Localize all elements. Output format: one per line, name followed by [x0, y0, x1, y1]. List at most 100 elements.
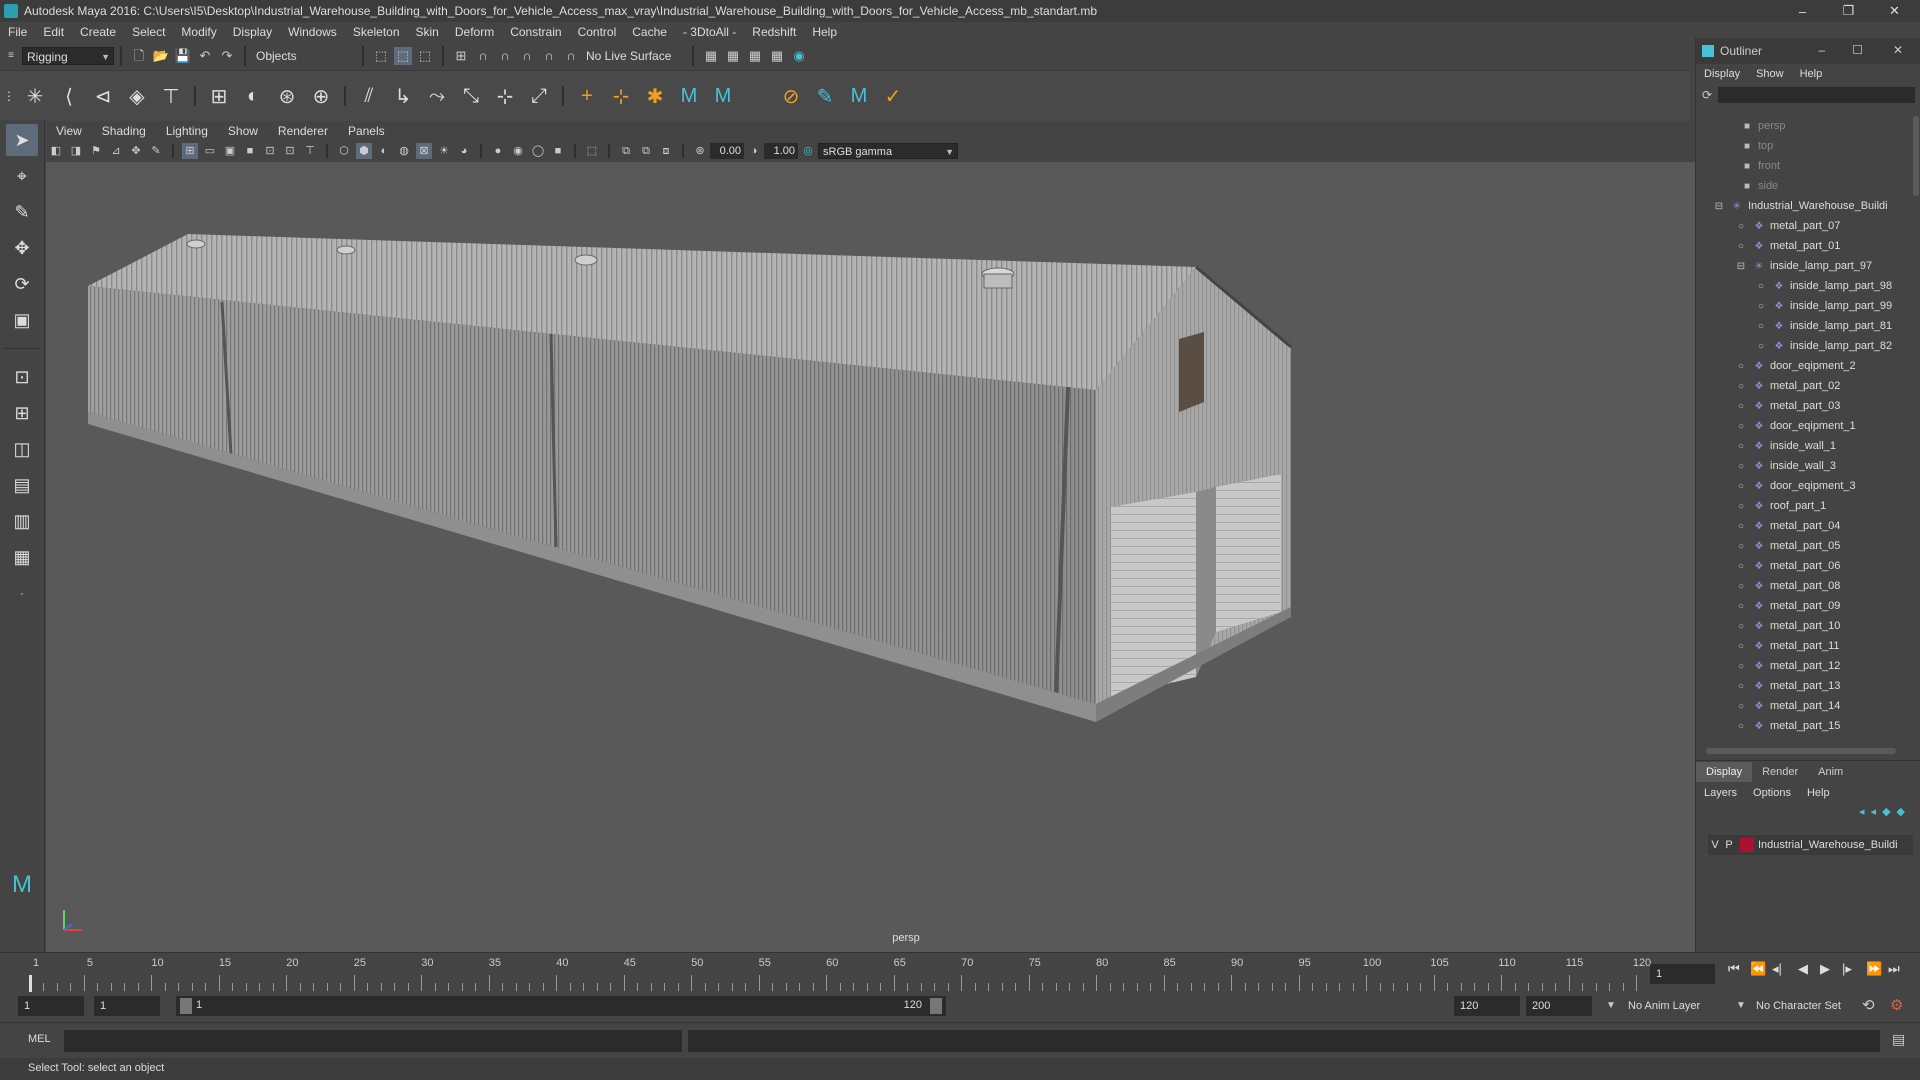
four-view-icon[interactable]: ⊞ — [6, 397, 38, 429]
side-by-side-icon[interactable]: ◫ — [6, 433, 38, 465]
outliner-item[interactable]: ○ ❖ metal_part_09 — [1700, 596, 1905, 616]
smooth-shade-icon[interactable]: ⬢ — [356, 143, 372, 159]
outliner-minimize-button[interactable]: – — [1818, 43, 1825, 57]
playback-end-field[interactable]: 120 — [1454, 996, 1520, 1016]
outliner-item[interactable]: ○ ❖ metal_part_05 — [1700, 536, 1905, 556]
check-icon[interactable]: ✓ — [878, 81, 908, 111]
step-forward-frame-icon[interactable]: |▸ — [1842, 961, 1852, 977]
snap-surface-icon[interactable]: ∩ — [540, 47, 558, 65]
blend-shape-icon[interactable]: ⊘ — [776, 81, 806, 111]
step-forward-key-icon[interactable]: ⏩ — [1866, 961, 1882, 977]
safe-action-icon[interactable]: ⊡ — [282, 143, 298, 159]
orient-constraint-icon[interactable]: ⤳ — [422, 81, 452, 111]
tab-display[interactable]: Display — [1696, 762, 1753, 782]
render-settings-icon[interactable]: ▦ — [746, 47, 764, 65]
shelf-menu-icon[interactable]: ⋮ — [2, 81, 16, 111]
outliner-item[interactable]: ○ ❖ metal_part_06 — [1700, 556, 1905, 576]
step-back-frame-icon[interactable]: ◂| — [1772, 961, 1782, 977]
start-time-field[interactable]: 1 — [18, 996, 84, 1016]
humanik-icon[interactable]: ⊤ — [156, 81, 186, 111]
outliner-item[interactable]: ○ ❖ metal_part_01 — [1700, 236, 1905, 256]
outliner-scrollbar[interactable] — [1913, 116, 1919, 196]
rigging-icon-b[interactable]: M — [708, 81, 738, 111]
select-object-icon[interactable]: ⬚ — [394, 47, 412, 65]
viewport-menu-view[interactable]: View — [46, 124, 92, 138]
new-scene-icon[interactable]: 🗋 — [130, 47, 148, 65]
move-tool-icon[interactable]: ✥ — [6, 232, 38, 264]
outliner-item[interactable]: ○ ❖ metal_part_07 — [1700, 216, 1905, 236]
layer-menu-help[interactable]: Help — [1799, 787, 1838, 799]
ipr-render-icon[interactable]: ▦ — [724, 47, 742, 65]
layout-menu-icon[interactable]: · — [6, 577, 38, 609]
outliner-item[interactable]: ○ ❖ metal_part_02 — [1700, 376, 1905, 396]
parent-constraint-icon[interactable]: ⊹ — [490, 81, 520, 111]
script-editor-icon[interactable]: ▤ — [1892, 1031, 1905, 1048]
render-view-icon[interactable]: ◉ — [790, 47, 808, 65]
outliner-menu-show[interactable]: Show — [1748, 68, 1792, 80]
time-ruler[interactable]: 1 5 10 15 20 25 30 35 40 45 50 55 60 65 70 75 80 85 90 95 10… — [0, 953, 1651, 993]
pole-vector-icon[interactable]: ⤢ — [524, 81, 554, 111]
lattice-icon[interactable]: ⊞ — [204, 81, 234, 111]
camera-attributes-icon[interactable]: ◨ — [68, 143, 84, 159]
layer-row[interactable]: V P Industrial_Warehouse_Buildi — [1708, 835, 1913, 855]
create-node-icon[interactable]: ⊹ — [606, 81, 636, 111]
selection-mode-dropdown[interactable]: Objects — [252, 47, 356, 65]
viewport-menu-panels[interactable]: Panels — [338, 124, 395, 138]
paint-weights-icon[interactable]: ✎ — [810, 81, 840, 111]
undo-icon[interactable]: ↶ — [196, 47, 214, 65]
snap-view-icon[interactable]: ∩ — [518, 47, 536, 65]
menu-select[interactable]: Select — [124, 25, 173, 39]
perspective-viewport[interactable]: persp — [46, 162, 1696, 952]
menu-windows[interactable]: Windows — [280, 25, 345, 39]
single-view-icon[interactable]: ⊡ — [6, 361, 38, 393]
menu-cache[interactable]: Cache — [624, 25, 675, 39]
outliner-item[interactable]: ○ ❖ metal_part_08 — [1700, 576, 1905, 596]
gate-mask-icon[interactable]: ■ — [242, 143, 258, 159]
2d-pan-icon[interactable]: ✥ — [128, 143, 144, 159]
isolate-select-icon[interactable]: ■ — [550, 143, 566, 159]
layer-visibility-toggle[interactable]: V — [1708, 839, 1722, 851]
outliner-item[interactable]: ⊟ ✳ Industrial_Warehouse_Buildi — [1700, 196, 1905, 216]
viewport-menu-lighting[interactable]: Lighting — [156, 124, 218, 138]
current-time-indicator[interactable] — [29, 975, 32, 993]
snap-curve-icon[interactable]: ∩ — [474, 47, 492, 65]
ambient-occlusion-icon[interactable]: ◕ — [456, 143, 472, 159]
outliner-item[interactable]: ○ ❖ metal_part_13 — [1700, 676, 1905, 696]
menu-control[interactable]: Control — [570, 25, 625, 39]
outliner-item[interactable]: ○ ❖ metal_part_14 — [1700, 696, 1905, 716]
outliner-item[interactable]: ○ ❖ inside_lamp_part_98 — [1700, 276, 1905, 296]
menu-help[interactable]: Help — [804, 25, 845, 39]
outliner-menu-display[interactable]: Display — [1696, 68, 1748, 80]
exposure-field[interactable]: 0.00 — [710, 143, 744, 159]
menu-redshift[interactable]: Redshift — [744, 25, 804, 39]
rigging-icon-a[interactable]: M — [674, 81, 704, 111]
scale-tool-icon[interactable]: ▣ — [6, 304, 38, 336]
current-frame-field[interactable]: 1 — [1650, 964, 1715, 984]
wireframe-icon[interactable]: ⬡ — [336, 143, 352, 159]
warehouse-model[interactable] — [46, 162, 1696, 952]
outliner-item[interactable]: ○ ❖ inside_wall_1 — [1700, 436, 1905, 456]
sculpt-deformer-icon[interactable]: ⊕ — [306, 81, 336, 111]
redo-icon[interactable]: ↷ — [218, 47, 236, 65]
maximize-button[interactable]: ❐ — [1826, 0, 1871, 22]
menu-3dtoall[interactable]: - 3DtoAll - — [675, 25, 744, 39]
ik-handle-icon[interactable]: ⟨ — [54, 81, 84, 111]
antialiasing-icon[interactable]: ◉ — [510, 143, 526, 159]
exposure-icon[interactable]: ⊛ — [692, 143, 708, 159]
go-to-start-icon[interactable]: ⏮ — [1728, 961, 1740, 977]
outliner-item[interactable]: ○ ❖ metal_part_12 — [1700, 656, 1905, 676]
view-transform-dropdown[interactable]: sRGB gamma ▼ — [818, 143, 958, 159]
outliner-item[interactable]: ○ ❖ metal_part_11 — [1700, 636, 1905, 656]
refresh-icon[interactable]: ⟳ — [1702, 88, 1712, 102]
cluster-handle-icon[interactable]: ✱ — [640, 81, 670, 111]
color-management-icon[interactable]: ◎ — [800, 143, 816, 159]
character-set-dropdown[interactable]: No Character Set — [1750, 996, 1866, 1016]
select-component-icon[interactable]: ⬚ — [416, 47, 434, 65]
use-all-lights-icon[interactable]: ⊠ — [416, 143, 432, 159]
ik-spline-icon[interactable]: ⊲ — [88, 81, 118, 111]
cluster-icon[interactable]: ◐ — [238, 81, 268, 111]
render-current-icon[interactable]: ▦ — [702, 47, 720, 65]
image-plane-icon[interactable]: ⊿ — [108, 143, 124, 159]
snap-live-icon[interactable]: ∩ — [562, 47, 580, 65]
close-button[interactable]: ✕ — [1872, 0, 1917, 22]
